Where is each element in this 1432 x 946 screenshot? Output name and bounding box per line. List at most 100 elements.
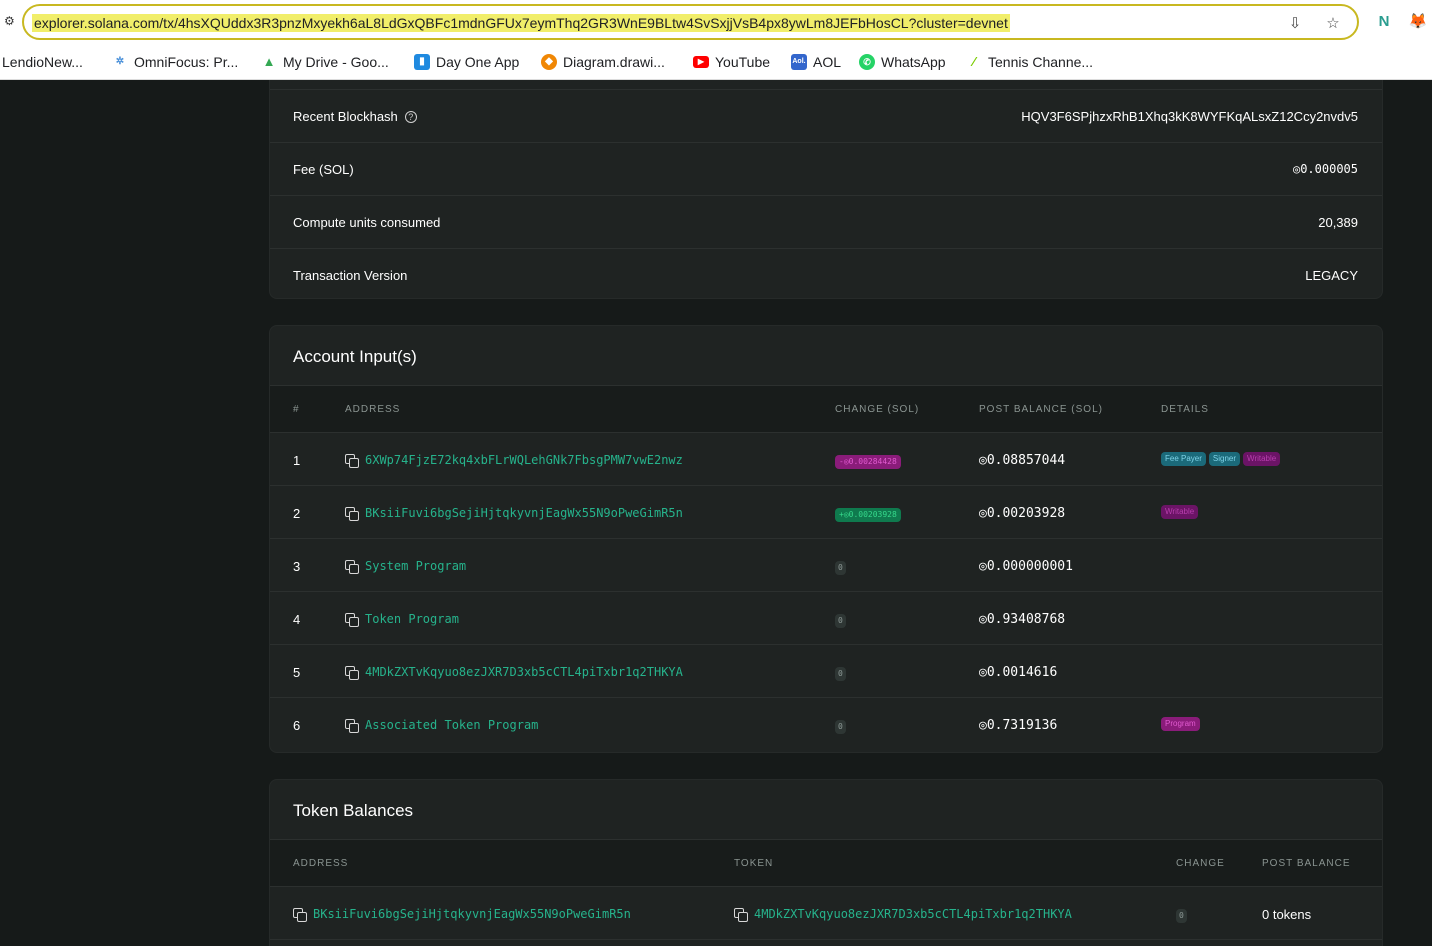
youtube-icon: ▶ xyxy=(693,56,709,68)
post-balance: 0 tokens xyxy=(1262,907,1312,922)
whatsapp-icon: ✆ xyxy=(859,54,875,70)
row-fee: Fee (SOL) ◎0.000005 xyxy=(270,142,1382,195)
bookmark-google-drive[interactable]: ▲ My Drive - Goo... xyxy=(261,52,389,72)
aol-icon: Aol. xyxy=(791,54,807,70)
fee-payer-badge: Fee Payer xyxy=(1161,452,1206,466)
address-text[interactable]: BKsiiFuvi6bgSejiHjtqkyvnjEagWx55N9oPweGi… xyxy=(365,506,683,520)
row-compute-units: Compute units consumed 20,389 xyxy=(270,195,1382,248)
transaction-overview-card: Recent Blockhash? HQV3F6SPjhzxRhB1Xhq3kK… xyxy=(269,80,1383,299)
browser-toolbar: ⚙ explorer.solana.com/tx/4hsXQUddx3R3pnz… xyxy=(0,0,1432,44)
row-recent-blockhash: Recent Blockhash? HQV3F6SPjhzxRhB1Xhq3kK… xyxy=(270,89,1382,142)
tennis-channel-icon: ⁄ xyxy=(972,54,976,69)
change-badge: 0 xyxy=(1176,909,1187,923)
details-badges: Program xyxy=(1161,717,1200,731)
column-header-post-balance: POST BALANCE xyxy=(1262,858,1351,869)
signer-badge: Signer xyxy=(1208,452,1241,466)
address-text[interactable]: System Program xyxy=(365,559,466,573)
program-badge: Program xyxy=(1161,717,1200,731)
account-address-link[interactable]: BKsiiFuvi6bgSejiHjtqkyvnjEagWx55N9oPweGi… xyxy=(345,506,683,521)
copy-icon[interactable] xyxy=(293,908,307,922)
copy-icon[interactable] xyxy=(734,908,748,922)
row-transaction-version: Transaction Version LEGACY xyxy=(270,248,1382,301)
writable-badge: Writable xyxy=(1243,452,1281,466)
bookmark-label: AOL xyxy=(813,54,842,70)
url-text[interactable]: explorer.solana.com/tx/4hsXQUddx3R3pnzMx… xyxy=(32,14,1010,32)
fee-label: Fee (SOL) xyxy=(293,162,354,177)
column-header-address: ADDRESS xyxy=(345,404,401,415)
bookmark-label: OmniFocus: Pr... xyxy=(134,54,239,70)
install-app-icon[interactable]: ⇩ xyxy=(1286,15,1304,33)
account-address-link[interactable]: 4MDkZXTvKqyuo8ezJXR7D3xb5cCTL4piTxbr1q2T… xyxy=(345,665,683,680)
bookmark-omnifocus[interactable]: ✲ OmniFocus: Pr... xyxy=(112,52,238,72)
copy-icon[interactable] xyxy=(345,454,359,468)
bookmark-tennis-channel[interactable]: ⁄ Tennis Channe... xyxy=(966,52,1093,72)
bookmark-lendio[interactable]: LendioNew... xyxy=(2,52,83,72)
address-text[interactable]: Associated Token Program xyxy=(365,718,538,732)
copy-icon[interactable] xyxy=(345,613,359,627)
change-badge: 0 xyxy=(835,614,846,628)
account-inputs-header: # ADDRESS CHANGE (SOL) POST BALANCE (SOL… xyxy=(270,385,1382,433)
token-mint-link[interactable]: 4MDkZXTvKqyuo8ezJXR7D3xb5cCTL4piTxbr1q2T… xyxy=(734,907,1072,922)
label-text: Recent Blockhash xyxy=(293,109,398,124)
post-balance: ◎0.93408768 xyxy=(979,612,1066,627)
bookmark-star-icon[interactable]: ☆ xyxy=(1324,15,1342,33)
row-index: 6 xyxy=(293,718,301,733)
table-row: 4 Token Program 0 ◎0.93408768 xyxy=(270,592,1382,645)
copy-icon[interactable] xyxy=(345,666,359,680)
writable-badge: Writable xyxy=(1161,505,1199,519)
change-cell: -◎0.00284428 xyxy=(835,452,901,469)
token-balances-card: Token Balances ADDRESS TOKEN CHANGE POST… xyxy=(269,779,1383,946)
change-badge: 0 xyxy=(835,720,846,734)
address-bar[interactable]: explorer.solana.com/tx/4hsXQUddx3R3pnzMx… xyxy=(22,4,1359,40)
account-address-link[interactable]: 6XWp74FjzE72kq4xbFLrWQLehGNk7FbsgPMW7vwE… xyxy=(345,453,683,468)
extension-n-icon[interactable]: N xyxy=(1374,12,1394,32)
change-cell: 0 xyxy=(835,611,846,628)
table-row: 2 BKsiiFuvi6bgSejiHjtqkyvnjEagWx55N9oPwe… xyxy=(270,486,1382,539)
account-inputs-title: Account Input(s) xyxy=(293,347,417,366)
fee-value: ◎0.000005 xyxy=(1292,162,1358,176)
metamask-icon[interactable]: 🦊 xyxy=(1408,12,1428,32)
account-address-link[interactable]: Token Program xyxy=(345,612,459,627)
post-balance: ◎0.00203928 xyxy=(979,506,1066,521)
bookmark-drawio[interactable]: ◆ Diagram.drawi... xyxy=(541,52,665,72)
column-header-details: DETAILS xyxy=(1161,404,1209,415)
bookmarks-bar: LendioNew... ✲ OmniFocus: Pr... ▲ My Drive… xyxy=(0,44,1432,80)
address-text[interactable]: 6XWp74FjzE72kq4xbFLrWQLehGNk7FbsgPMW7vwE… xyxy=(365,453,683,467)
account-address-link[interactable]: Associated Token Program xyxy=(345,718,538,733)
account-inputs-card: Account Input(s) # ADDRESS CHANGE (SOL) … xyxy=(269,325,1383,753)
change-cell: 0 xyxy=(1176,906,1187,923)
compute-units-label: Compute units consumed xyxy=(293,215,441,230)
account-address-link[interactable]: System Program xyxy=(345,559,466,574)
column-header-token: TOKEN xyxy=(734,858,774,869)
recent-blockhash-value: HQV3F6SPjhzxRhB1Xhq3kK8WYFKqALsxZ12Ccy2n… xyxy=(1021,109,1358,124)
transaction-version-value: LEGACY xyxy=(1305,268,1358,283)
row-index: 5 xyxy=(293,665,301,680)
omnifocus-icon: ✲ xyxy=(115,56,125,67)
copy-icon[interactable] xyxy=(345,560,359,574)
row-index: 1 xyxy=(293,453,301,468)
copy-icon[interactable] xyxy=(345,719,359,733)
token-text[interactable]: 4MDkZXTvKqyuo8ezJXR7D3xb5cCTL4piTxbr1q2T… xyxy=(754,907,1072,921)
post-balance: ◎0.7319136 xyxy=(979,718,1058,733)
column-header-index: # xyxy=(293,404,300,415)
token-account-address-link[interactable]: BKsiiFuvi6bgSejiHjtqkyvnjEagWx55N9oPweGi… xyxy=(293,907,631,922)
site-settings-icon[interactable]: ⚙ xyxy=(4,14,18,28)
address-text[interactable]: 4MDkZXTvKqyuo8ezJXR7D3xb5cCTL4piTxbr1q2T… xyxy=(365,665,683,679)
bookmark-label: Day One App xyxy=(436,54,520,70)
address-text[interactable]: Token Program xyxy=(365,612,459,626)
bookmark-day-one[interactable]: ▮ Day One App xyxy=(414,52,519,72)
row-index: 3 xyxy=(293,559,301,574)
help-icon[interactable]: ? xyxy=(404,110,417,123)
table-row: 1 6XWp74FjzE72kq4xbFLrWQLehGNk7FbsgPMW7v… xyxy=(270,433,1382,486)
bookmark-label: Diagram.drawi... xyxy=(563,54,665,70)
copy-icon[interactable] xyxy=(345,507,359,521)
bookmark-youtube[interactable]: ▶ YouTube xyxy=(693,52,770,72)
table-row: 5 4MDkZXTvKqyuo8ezJXR7D3xb5cCTL4piTxbr1q… xyxy=(270,645,1382,698)
change-badge: 0 xyxy=(835,561,846,575)
transaction-version-label: Transaction Version xyxy=(293,268,408,283)
column-header-change: CHANGE (SOL) xyxy=(835,404,920,415)
address-text[interactable]: BKsiiFuvi6bgSejiHjtqkyvnjEagWx55N9oPweGi… xyxy=(313,907,631,921)
bookmark-aol[interactable]: Aol. AOL xyxy=(791,52,841,72)
bookmark-whatsapp[interactable]: ✆ WhatsApp xyxy=(859,52,946,72)
post-balance: ◎0.0014616 xyxy=(979,665,1058,680)
